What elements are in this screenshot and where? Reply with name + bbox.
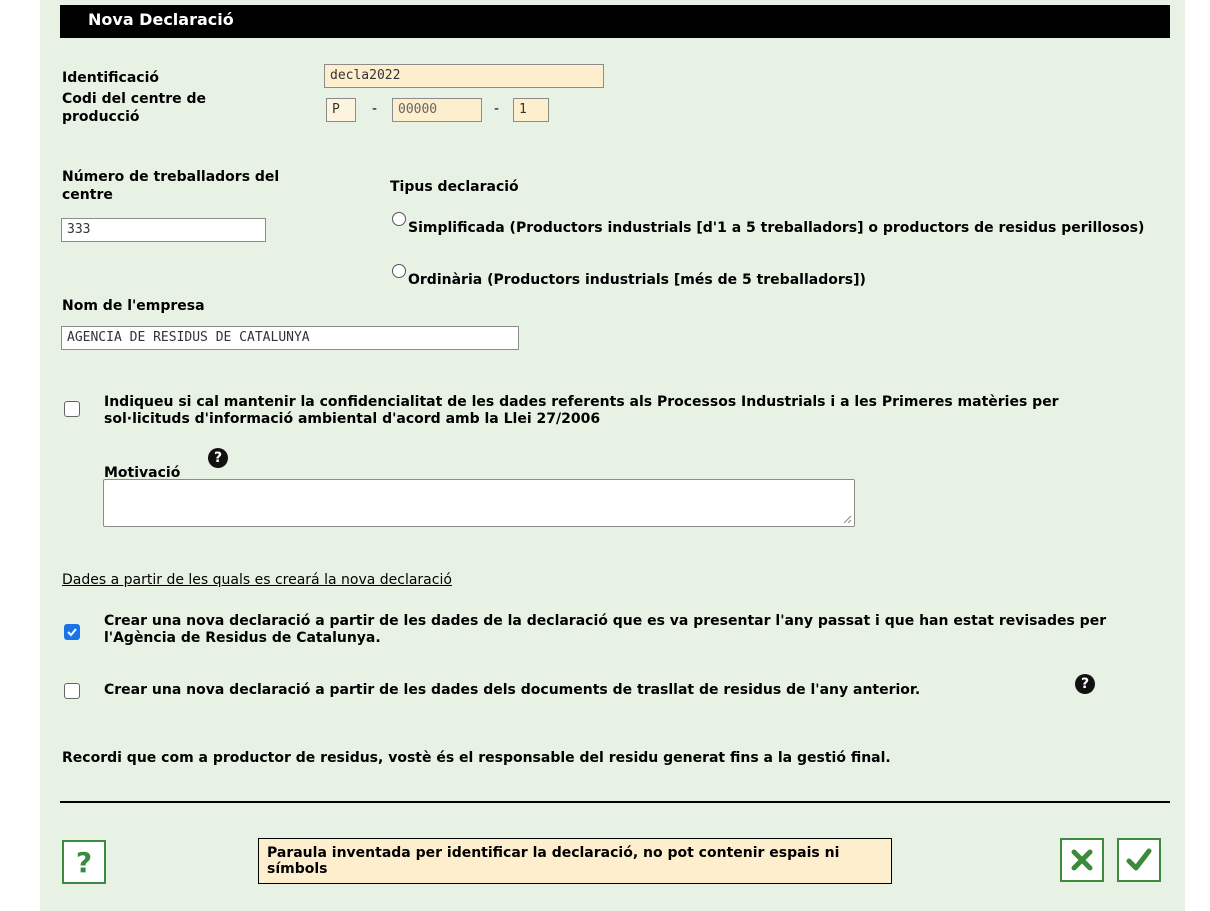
separator-2: - [494, 101, 500, 117]
workers-input[interactable]: 333 [61, 218, 266, 242]
workers-label: Número de treballadors del centre [62, 169, 280, 203]
source-section-heading: Dades a partir de les quals es creará la… [62, 572, 452, 588]
cancel-button[interactable] [1060, 838, 1104, 882]
divider [60, 801, 1170, 803]
source-last-year-checkbox[interactable] [64, 624, 80, 640]
confidentiality-checkbox[interactable] [64, 401, 80, 417]
source-last-year-label: Crear una nova declaració a partir de le… [104, 613, 1107, 646]
source-transfer-docs-label: Crear una nova declaració a partir de le… [104, 682, 921, 698]
company-input[interactable]: AGENCIA DE RESIDUS DE CATALUNYA [61, 326, 519, 350]
identification-input[interactable]: decla2022 [324, 64, 604, 88]
help-button[interactable]: ? [62, 840, 106, 884]
separator-1: - [372, 101, 378, 117]
transfer-docs-help-icon[interactable]: ? [1075, 674, 1095, 694]
hint-box: Paraula inventada per identificar la dec… [258, 838, 892, 884]
declaration-type-label: Tipus declaració [390, 179, 519, 195]
production-center-code[interactable]: 00000 [392, 98, 482, 122]
confirm-button[interactable] [1117, 838, 1161, 882]
checkmark-icon [1126, 848, 1152, 871]
question-icon: ? [75, 845, 93, 879]
confidentiality-label: Indiqueu si cal mantenir la confidencial… [104, 394, 1059, 427]
source-transfer-docs-checkbox[interactable] [64, 683, 80, 699]
radio-simplificada[interactable] [392, 212, 406, 226]
production-center-prefix[interactable]: P [326, 98, 356, 122]
page-title: Nova Declaració [60, 5, 1170, 38]
resize-handle-icon[interactable] [843, 515, 852, 524]
production-center-suffix[interactable]: 1 [513, 98, 549, 122]
radio-simplificada-label: Simplificada (Productors industrials [d'… [408, 220, 1145, 236]
company-label: Nom de l'empresa [62, 298, 205, 314]
cross-icon [1071, 849, 1093, 871]
production-center-label: Codi del centre de producció [62, 91, 207, 125]
check-icon [67, 628, 77, 637]
radio-ordinaria[interactable] [392, 264, 406, 278]
radio-ordinaria-label: Ordinària (Productors industrials [més d… [408, 272, 866, 288]
identification-label: Identificació [62, 70, 160, 86]
motivation-textarea[interactable] [103, 479, 855, 527]
reminder-text: Recordi que com a productor de residus, … [62, 750, 891, 766]
motivation-help-icon[interactable]: ? [208, 448, 228, 468]
